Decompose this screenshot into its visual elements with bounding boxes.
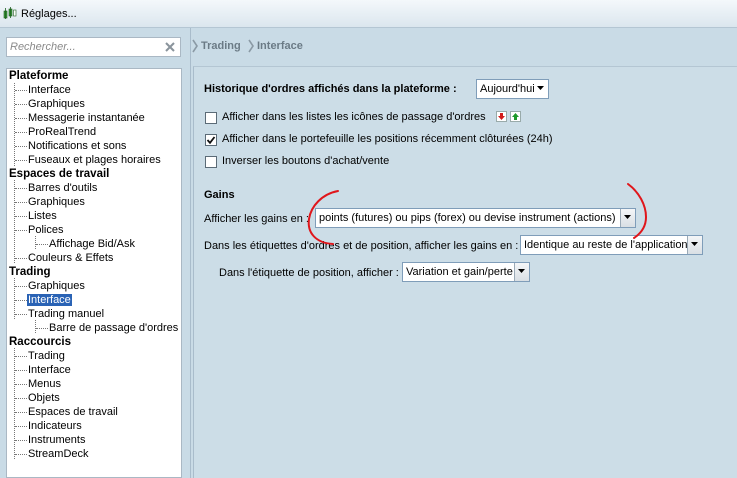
breadcrumb-chevron-icon [248, 39, 254, 53]
history-dropdown-value: Aujourd'hui [480, 83, 535, 95]
breadcrumb: Trading Interface [191, 28, 737, 66]
labels-gains-dropdown[interactable]: Identique au reste de l'application [520, 235, 703, 255]
tree-item-barre-passage-ordres[interactable]: Barre de passage d'ordres [48, 321, 179, 335]
tree-item-trading-interface[interactable]: Interface [27, 293, 72, 307]
breadcrumb-chevron-icon [192, 39, 198, 53]
cb2-label: Afficher dans le portefeuille les positi… [222, 133, 553, 145]
tree-item-trading-graphiques[interactable]: Graphiques [27, 279, 86, 293]
tree-item-raccourcis-espaces[interactable]: Espaces de travail [27, 405, 119, 419]
tree-item-notifications[interactable]: Notifications et sons [27, 139, 127, 153]
gains-section-title: Gains [204, 189, 235, 201]
window-title: Réglages... [21, 8, 77, 20]
gains-dropdown-value: points (futures) ou pips (forex) ou devi… [319, 212, 616, 224]
history-dropdown[interactable]: Aujourd'hui [476, 79, 549, 99]
checkmark-icon [206, 136, 216, 145]
cb1-label: Afficher dans les listes les icônes de p… [222, 111, 486, 123]
tree-item-couleurs-effets[interactable]: Couleurs & Effets [27, 251, 114, 265]
tree-item-trading-manuel[interactable]: Trading manuel [27, 307, 105, 321]
breadcrumb-interface[interactable]: Interface [257, 40, 303, 52]
tree-item-streamdeck[interactable]: StreamDeck [27, 447, 90, 461]
breadcrumb-trading[interactable]: Trading [201, 40, 241, 52]
chevron-down-icon[interactable] [687, 236, 702, 254]
app-candlestick-icon [3, 7, 17, 19]
buy-arrow-icon [510, 111, 521, 122]
tree-item-listes[interactable]: Listes [27, 209, 58, 223]
clear-search-icon[interactable] [164, 41, 176, 53]
tree-item-instruments[interactable]: Instruments [27, 433, 86, 447]
tree-item-fuseaux[interactable]: Fuseaux et plages horaires [27, 153, 162, 167]
tree-item-affichage-bid-ask[interactable]: Affichage Bid/Ask [48, 237, 136, 251]
tree-item-plateforme-interface[interactable]: Interface [27, 83, 72, 97]
position-label: Dans l'étiquette de position, afficher : [219, 267, 399, 279]
settings-panel: Historique d'ordres affichés dans la pla… [193, 66, 737, 478]
title-bar: Réglages... [0, 0, 737, 28]
settings-tree: Plateforme Interface Graphiques Messager… [6, 68, 182, 478]
tree-item-polices[interactable]: Polices [27, 223, 64, 237]
tree-item-indicateurs[interactable]: Indicateurs [27, 419, 83, 433]
chevron-down-icon[interactable] [514, 263, 529, 281]
checkbox-positions-cloturees[interactable] [205, 134, 217, 146]
tree-item-messagerie[interactable]: Messagerie instantanée [27, 111, 146, 125]
labels-gains-label: Dans les étiquettes d'ordres et de posit… [204, 240, 519, 252]
labels-gains-dropdown-value: Identique au reste de l'application [524, 239, 688, 251]
tree-item-espaces-graphiques[interactable]: Graphiques [27, 195, 86, 209]
tree-item-barres-outils[interactable]: Barres d'outils [27, 181, 98, 195]
tree-category-plateforme[interactable]: Plateforme [9, 69, 68, 83]
tree-item-raccourcis-interface[interactable]: Interface [27, 363, 72, 377]
tree-item-objets[interactable]: Objets [27, 391, 61, 405]
cb3-label: Inverser les boutons d'achat/vente [222, 155, 390, 167]
checkbox-icones-passage-ordres[interactable] [205, 112, 217, 124]
gains-label: Afficher les gains en : [204, 213, 309, 225]
history-label: Historique d'ordres affichés dans la pla… [204, 83, 457, 95]
checkbox-inverser-boutons[interactable] [205, 156, 217, 168]
tree-item-raccourcis-trading[interactable]: Trading [27, 349, 66, 363]
gains-dropdown[interactable]: points (futures) ou pips (forex) ou devi… [315, 208, 636, 228]
tree-category-trading[interactable]: Trading [9, 265, 51, 279]
position-dropdown[interactable]: Variation et gain/perte [402, 262, 530, 282]
tree-category-espaces[interactable]: Espaces de travail [9, 167, 109, 181]
search-box[interactable] [6, 37, 181, 57]
tree-item-plateforme-graphiques[interactable]: Graphiques [27, 97, 86, 111]
settings-sidebar: Plateforme Interface Graphiques Messager… [0, 28, 191, 478]
tree-item-prorealtrend[interactable]: ProRealTrend [27, 125, 97, 139]
chevron-down-icon[interactable] [620, 209, 635, 227]
chevron-down-icon[interactable] [535, 80, 548, 98]
sell-arrow-icon [496, 111, 507, 122]
search-input[interactable] [10, 40, 160, 54]
tree-item-menus[interactable]: Menus [27, 377, 62, 391]
position-dropdown-value: Variation et gain/perte [406, 266, 513, 278]
tree-category-raccourcis[interactable]: Raccourcis [9, 335, 71, 349]
